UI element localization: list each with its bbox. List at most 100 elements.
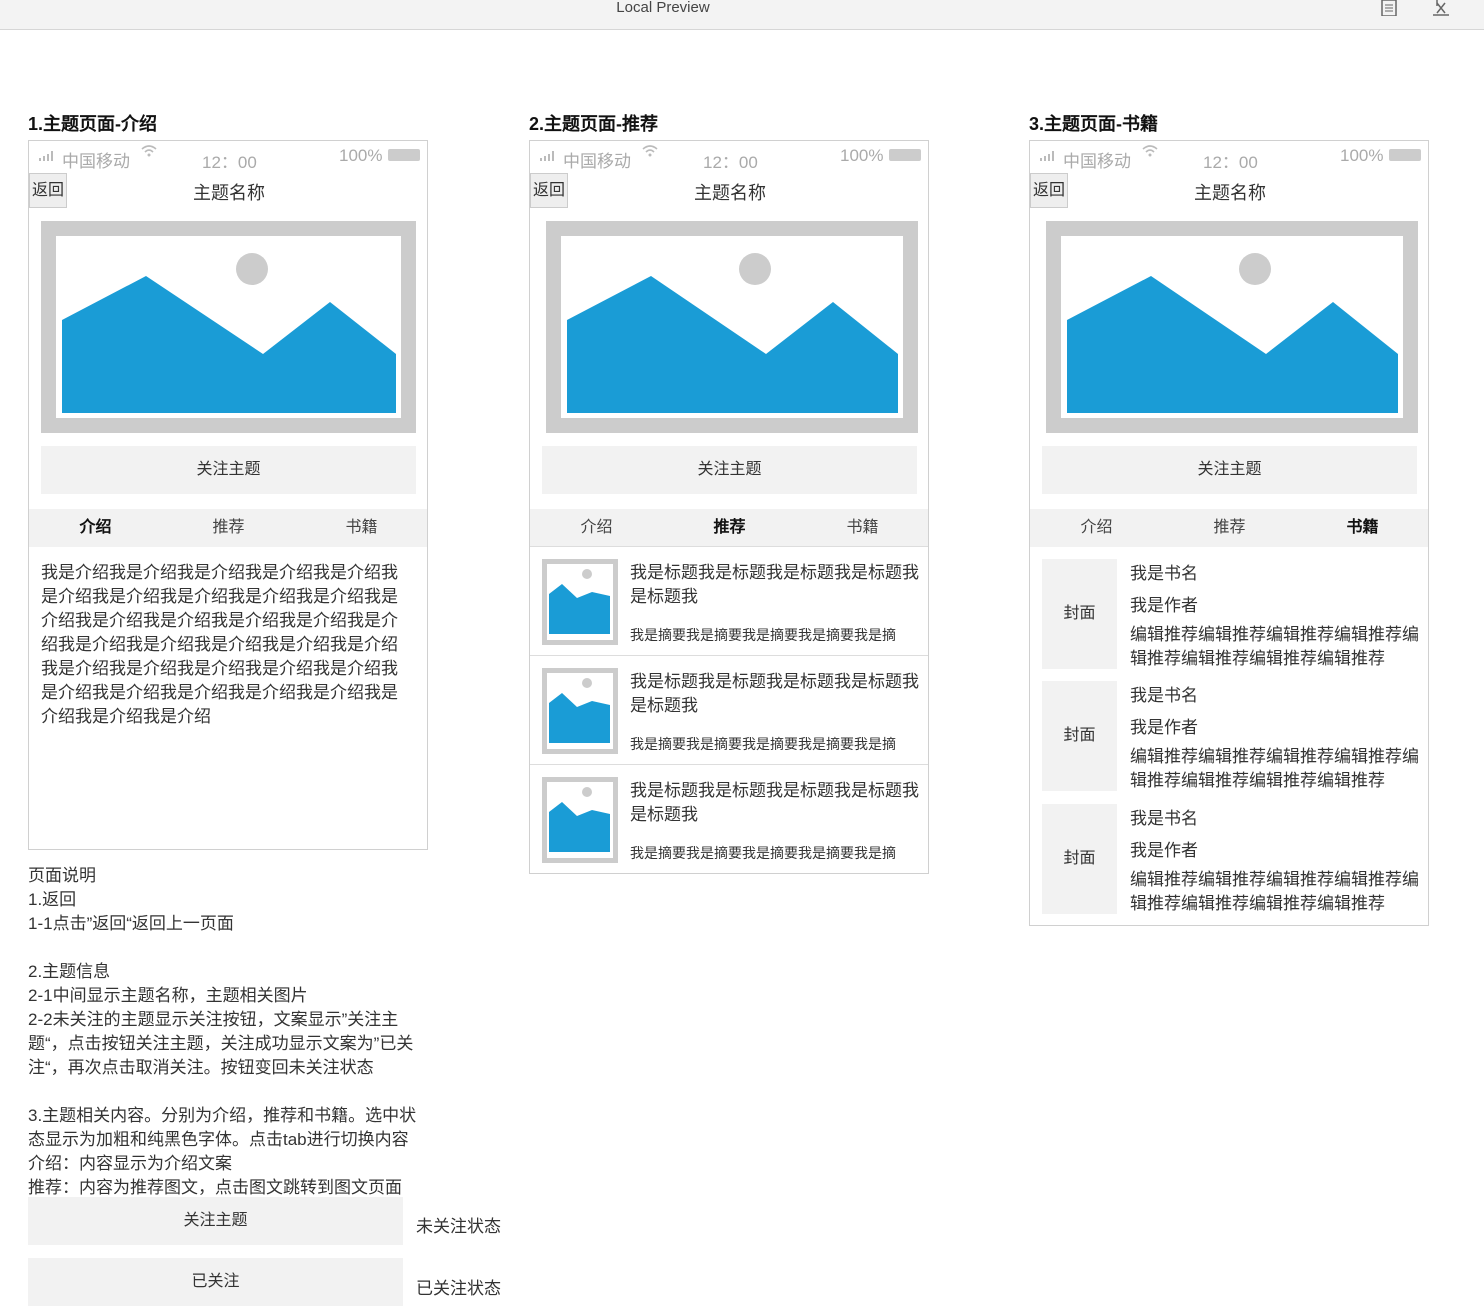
signal-icon: [1040, 151, 1056, 161]
follow-button[interactable]: 关注主题: [542, 446, 917, 494]
tab-intro[interactable]: 介绍: [1030, 509, 1163, 547]
notes-heading: 页面说明: [28, 866, 96, 885]
nav-bar: 返回 主题名称: [530, 173, 928, 209]
book-name: 我是书名: [1130, 564, 1198, 583]
tab-intro[interactable]: 介绍: [530, 509, 663, 547]
book-recommendation: 编辑推荐编辑推荐编辑推荐编辑推荐编辑推荐编辑推荐编辑推荐编辑推荐: [1130, 625, 1419, 668]
battery-level: 100%: [840, 146, 884, 165]
status-bar: 中国移动 12：00 100%: [530, 141, 928, 173]
image-placeholder-icon: [567, 253, 898, 413]
recommend-title: 我是标题我是标题我是标题我是标题我是标题我: [630, 781, 919, 824]
image-placeholder-icon: [549, 787, 610, 852]
nav-bar: 返回 主题名称: [1030, 173, 1428, 209]
wifi-icon: [141, 145, 157, 157]
follow-button[interactable]: 关注主题: [1042, 446, 1417, 494]
battery-level: 100%: [1340, 146, 1384, 165]
follow-button[interactable]: 关注主题: [41, 446, 416, 494]
battery-level: 100%: [339, 146, 383, 165]
page-title: 主题名称: [193, 183, 265, 203]
book-cover: 封面: [1042, 804, 1117, 914]
book-item[interactable]: 封面 我是书名 我是作者 编辑推荐编辑推荐编辑推荐编辑推荐编辑推荐编辑推荐编辑推…: [1030, 559, 1428, 671]
follow-button-followed[interactable]: 已关注: [28, 1258, 403, 1306]
tab-recommend[interactable]: 推荐: [663, 509, 796, 547]
clock: 12：00: [703, 153, 758, 172]
signal-icon: [39, 151, 55, 161]
phone-recommend: 中国移动 12：00 100% 返回 主题名称 关注主题 介绍 推荐 书籍 我是…: [529, 140, 929, 874]
note-topic-info: 2.主题信息: [28, 962, 111, 981]
note-topic-info-2: 2-2未关注的主题显示关注按钮，文案显示”关注主题“，点击按钮关注主题，关注成功…: [28, 1010, 414, 1077]
book-name: 我是书名: [1130, 686, 1198, 705]
book-author: 我是作者: [1130, 596, 1198, 615]
screen-title-recommend: 2.主题页面-推荐: [529, 114, 659, 134]
book-cover: 封面: [1042, 559, 1117, 669]
carrier: 中国移动: [62, 152, 130, 171]
battery-icon: [889, 149, 921, 161]
wifi-icon: [1142, 145, 1158, 157]
window-titlebar: Local Preview: [0, 0, 1484, 30]
image-placeholder-icon: [62, 253, 396, 413]
topic-image: [1046, 221, 1418, 433]
page-title: 主题名称: [1194, 183, 1266, 203]
tab-recommend[interactable]: 推荐: [162, 509, 295, 547]
note-back: 1.返回: [28, 890, 77, 909]
clock: 12：00: [202, 153, 257, 172]
signal-icon: [540, 151, 556, 161]
page-notes: 页面说明 1.返回 1-1点击”返回“返回上一页面 2.主题信息 2-1中间显示…: [28, 864, 432, 1200]
content-tabs: 介绍 推荐 书籍: [29, 509, 427, 547]
book-recommendation: 编辑推荐编辑推荐编辑推荐编辑推荐编辑推荐编辑推荐编辑推荐编辑推荐: [1130, 747, 1419, 790]
book-recommendation: 编辑推荐编辑推荐编辑推荐编辑推荐编辑推荐编辑推荐编辑推荐编辑推荐: [1130, 870, 1419, 913]
book-author: 我是作者: [1130, 841, 1198, 860]
carrier: 中国移动: [563, 152, 631, 171]
image-placeholder-icon: [549, 569, 610, 634]
recommend-summary: 我是摘要我是摘要我是摘要我是摘要我是摘: [630, 627, 896, 643]
tab-recommend[interactable]: 推荐: [1163, 509, 1296, 547]
book-item[interactable]: 封面 我是书名 我是作者 编辑推荐编辑推荐编辑推荐编辑推荐编辑推荐编辑推荐编辑推…: [1030, 681, 1428, 793]
image-placeholder-icon: [549, 678, 610, 743]
image-placeholder-icon: [1067, 253, 1398, 413]
tab-books[interactable]: 书籍: [796, 509, 929, 547]
book-author: 我是作者: [1130, 718, 1198, 737]
carrier: 中国移动: [1063, 152, 1131, 171]
intro-text: 我是介绍我是介绍我是介绍我是介绍我是介绍我是介绍我是介绍我是介绍我是介绍我是介绍…: [41, 563, 398, 726]
nav-bar: 返回 主题名称: [29, 173, 427, 209]
status-bar: 中国移动 12：00 100%: [29, 141, 427, 173]
window-title: Local Preview: [616, 0, 710, 16]
battery-icon: [388, 149, 420, 161]
recommend-item[interactable]: 我是标题我是标题我是标题我是标题我是标题我 我是摘要我是摘要我是摘要我是摘要我是…: [530, 764, 928, 874]
recommend-title: 我是标题我是标题我是标题我是标题我是标题我: [630, 672, 919, 715]
note-content-intro: 介绍：内容显示为介绍文案: [28, 1154, 232, 1173]
recommend-summary: 我是摘要我是摘要我是摘要我是摘要我是摘: [630, 845, 896, 861]
topic-image: [546, 221, 918, 433]
thumbnail: [542, 777, 618, 863]
recommend-item[interactable]: 我是标题我是标题我是标题我是标题我是标题我 我是摘要我是摘要我是摘要我是摘要我是…: [530, 546, 928, 656]
tab-intro[interactable]: 介绍: [29, 509, 162, 547]
screen-title-books: 3.主题页面-书籍: [1029, 114, 1159, 134]
document-icon[interactable]: [1380, 0, 1400, 18]
note-topic-info-1: 2-1中间显示主题名称，主题相关图片: [28, 986, 308, 1005]
book-cover: 封面: [1042, 681, 1117, 791]
recommend-item[interactable]: 我是标题我是标题我是标题我是标题我是标题我 我是摘要我是摘要我是摘要我是摘要我是…: [530, 655, 928, 765]
state-label-followed: 已关注状态: [416, 1279, 501, 1298]
phone-books: 中国移动 12：00 100% 返回 主题名称 关注主题 介绍 推荐 书籍 封面…: [1029, 140, 1429, 926]
tab-books[interactable]: 书籍: [295, 509, 428, 547]
note-content: 3.主题相关内容。分别为介绍，推荐和书籍。选中状态显示为加粗和纯黑色字体。点击t…: [28, 1106, 417, 1149]
page-title: 主题名称: [694, 183, 766, 203]
recommend-title: 我是标题我是标题我是标题我是标题我是标题我: [630, 563, 919, 606]
content-tabs: 介绍 推荐 书籍: [1030, 509, 1428, 547]
status-bar: 中国移动 12：00 100%: [1030, 141, 1428, 173]
follow-button-unfollowed[interactable]: 关注主题: [28, 1197, 403, 1245]
book-name: 我是书名: [1130, 809, 1198, 828]
thumbnail: [542, 668, 618, 754]
topic-image: [41, 221, 416, 433]
battery-icon: [1389, 149, 1421, 161]
clock: 12：00: [1203, 153, 1258, 172]
tab-books[interactable]: 书籍: [1296, 509, 1429, 547]
recommend-summary: 我是摘要我是摘要我是摘要我是摘要我是摘: [630, 736, 896, 752]
thumbnail: [542, 559, 618, 645]
screen-title-intro: 1.主题页面-介绍: [28, 114, 158, 134]
close-x-icon[interactable]: [1431, 0, 1451, 18]
book-item[interactable]: 封面 我是书名 我是作者 编辑推荐编辑推荐编辑推荐编辑推荐编辑推荐编辑推荐编辑推…: [1030, 804, 1428, 916]
phone-intro: 中国移动 12：00 100% 返回 主题名称 关注主题 介绍 推荐 书籍 我是…: [28, 140, 428, 850]
state-label-unfollowed: 未关注状态: [416, 1217, 501, 1236]
content-tabs: 介绍 推荐 书籍: [530, 509, 928, 547]
